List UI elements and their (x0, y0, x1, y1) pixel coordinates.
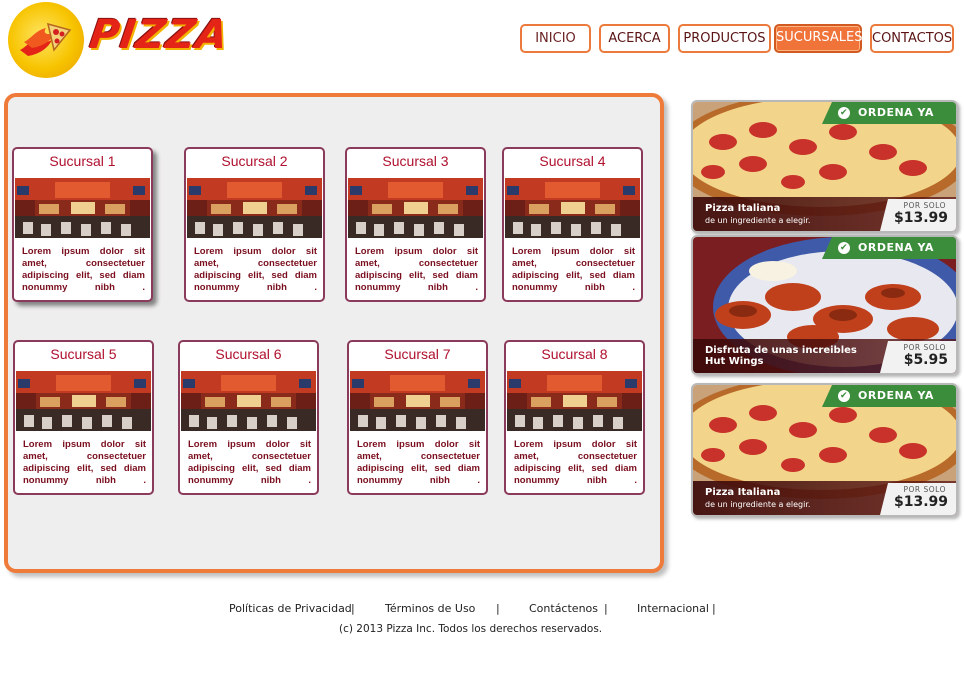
check-icon: ✔ (838, 390, 850, 402)
sucursal-title: Sucursal 6 (215, 346, 282, 362)
footer-separator: | (712, 602, 716, 615)
restaurant-photo (350, 371, 485, 431)
ordena-ya-badge[interactable]: ✔ ORDENA YA (822, 102, 956, 124)
flame-icon (20, 22, 72, 56)
sucursales-panel: Sucursal 1 Lorem ipsum dolor sit amet, c… (4, 93, 664, 573)
pizza-logo[interactable]: PIZZA (8, 2, 231, 78)
promo-pizza-italiana-1[interactable]: ✔ ORDENA YA Pizza Italiana de un ingredie… (691, 100, 958, 233)
sucursal-card-7[interactable]: Sucursal 7 Lorem ipsum dolor sit amet, c… (347, 340, 488, 495)
sucursal-card-2[interactable]: Sucursal 2 Lorem ipsum dolor sit amet, c… (184, 147, 325, 302)
footer-link-internacional[interactable]: Internacional (637, 602, 709, 615)
restaurant-photo (187, 178, 322, 238)
promo-price: $5.95 (903, 352, 948, 368)
logo-text: PIZZA (86, 12, 232, 58)
promo-name: Disfruta de unas increibles (705, 345, 857, 356)
footer-link-privacidad[interactable]: Políticas de Privacidad (229, 602, 352, 615)
sucursal-card-5[interactable]: Sucursal 5 Lorem ipsum dolor sit amet, c… (13, 340, 154, 495)
sucursal-description: Lorem ipsum dolor sit amet, consectetuer… (357, 439, 480, 486)
restaurant-photo (348, 178, 483, 238)
price-label: POR SOLO (903, 343, 946, 352)
sucursal-title: Sucursal 7 (384, 346, 451, 362)
sucursal-title: Sucursal 2 (221, 153, 288, 169)
sucursal-title: Sucursal 3 (382, 153, 449, 169)
nav-inicio[interactable]: INICIO (520, 24, 591, 53)
sucursal-description: Lorem ipsum dolor sit amet, consectetuer… (355, 246, 478, 293)
promo-name: Pizza Italiana (705, 487, 781, 498)
price-box: POR SOLO $13.99 (880, 199, 956, 231)
sucursal-title: Sucursal 4 (539, 153, 606, 169)
footer-separator: | (351, 602, 355, 615)
ordena-ya-badge[interactable]: ✔ ORDENA YA (822, 237, 956, 259)
restaurant-photo (505, 178, 640, 238)
sucursal-title: Sucursal 8 (541, 346, 608, 362)
sucursal-card-8[interactable]: Sucursal 8 Lorem ipsum dolor sit amet, c… (504, 340, 645, 495)
sucursal-description: Lorem ipsum dolor sit amet, consectetuer… (23, 439, 146, 486)
sucursal-description: Lorem ipsum dolor sit amet, consectetuer… (194, 246, 317, 293)
price-box: POR SOLO $5.95 (880, 341, 956, 373)
restaurant-photo (16, 371, 151, 431)
promo-subtitle: de un ingrediente a elegir. (705, 500, 811, 509)
promo-subtitle: de un ingrediente a elegir. (705, 216, 811, 225)
nav-sucursales[interactable]: SUCURSALES (774, 24, 863, 53)
sucursal-description: Lorem ipsum dolor sit amet, consectetuer… (188, 439, 311, 486)
footer-separator: | (496, 602, 500, 615)
price-box: POR SOLO $13.99 (880, 483, 956, 515)
sucursal-description: Lorem ipsum dolor sit amet, consectetuer… (22, 246, 145, 293)
sucursal-card-4[interactable]: Sucursal 4 Lorem ipsum dolor sit amet, c… (502, 147, 643, 302)
sucursal-card-6[interactable]: Sucursal 6 Lorem ipsum dolor sit amet, c… (178, 340, 319, 495)
sucursal-title: Sucursal 1 (49, 153, 116, 169)
promo-subtitle: Hut Wings (705, 356, 764, 367)
sucursal-card-1[interactable]: Sucursal 1 Lorem ipsum dolor sit amet, c… (12, 147, 153, 302)
price-label: POR SOLO (903, 201, 946, 210)
restaurant-photo (507, 371, 642, 431)
footer-link-terminos[interactable]: Términos de Uso (385, 602, 475, 615)
footer-links: Políticas de Privacidad | Términos de Us… (0, 602, 964, 618)
promo-name: Pizza Italiana (705, 203, 781, 214)
check-icon: ✔ (838, 107, 850, 119)
copyright: (c) 2013 Pizza Inc. Todos los derechos r… (339, 623, 603, 635)
logo-badge-icon (8, 2, 84, 78)
promo-pizza-italiana-2[interactable]: ✔ ORDENA YA Pizza Italiana de un ingredie… (691, 383, 958, 517)
price-label: POR SOLO (903, 485, 946, 494)
nav-productos[interactable]: PRODUCTOS (678, 24, 771, 53)
sucursal-card-3[interactable]: Sucursal 3 Lorem ipsum dolor sit amet, c… (345, 147, 486, 302)
footer-link-contactenos[interactable]: Contáctenos (529, 602, 598, 615)
footer-separator: | (604, 602, 608, 615)
promo-hut-wings[interactable]: ✔ ORDENA YA Disfruta de unas increibles H… (691, 235, 958, 375)
sucursal-title: Sucursal 5 (50, 346, 117, 362)
promo-price: $13.99 (893, 494, 948, 510)
check-icon: ✔ (838, 242, 850, 254)
restaurant-photo (181, 371, 316, 431)
restaurant-photo (15, 178, 150, 238)
promo-price: $13.99 (893, 210, 948, 226)
nav-acerca[interactable]: ACERCA (599, 24, 670, 53)
sucursal-description: Lorem ipsum dolor sit amet, consectetuer… (514, 439, 637, 486)
page: PIZZA INICIO ACERCA PRODUCTOS SUCURSALES… (0, 0, 964, 689)
ordena-ya-badge[interactable]: ✔ ORDENA YA (822, 385, 956, 407)
sucursal-description: Lorem ipsum dolor sit amet, consectetuer… (512, 246, 635, 293)
nav-contactos[interactable]: CONTACTOS (870, 24, 954, 53)
